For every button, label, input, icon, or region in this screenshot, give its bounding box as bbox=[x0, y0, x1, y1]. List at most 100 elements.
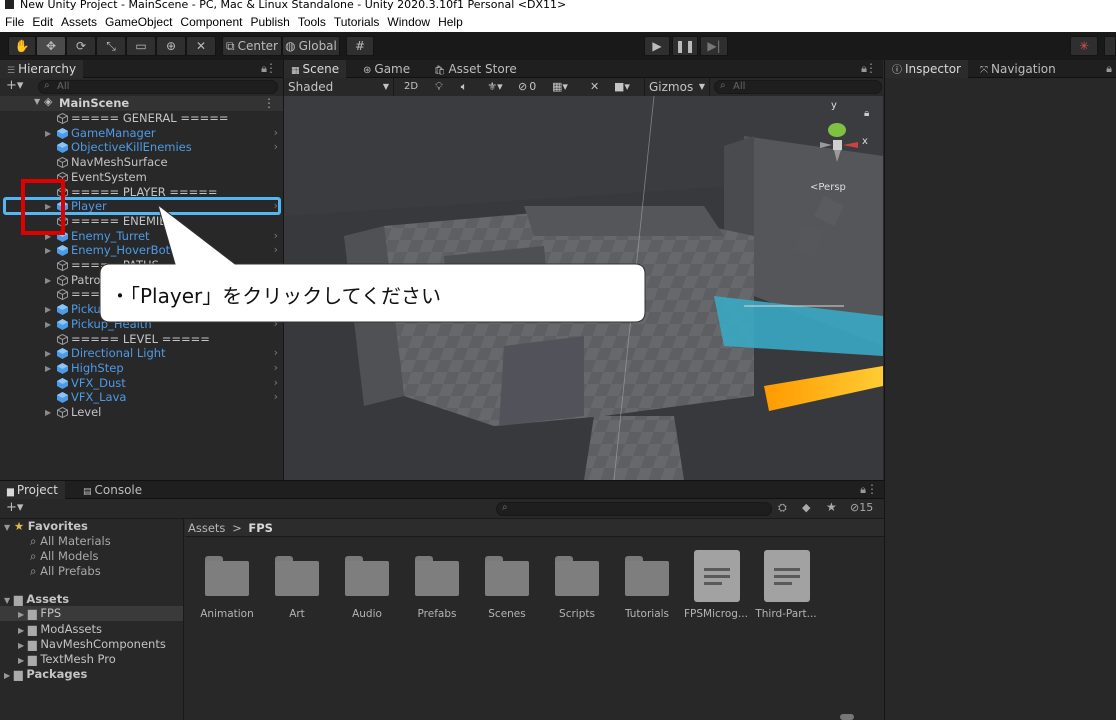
tab-asset-store[interactable]: 🛍︎ Asset Store bbox=[427, 60, 524, 78]
menu-tools[interactable]: Tools bbox=[298, 15, 326, 29]
chevron-right-icon[interactable]: › bbox=[274, 376, 278, 390]
chevron-right-icon[interactable]: › bbox=[274, 390, 278, 404]
favorite-all-models[interactable]: ⌕ All Models bbox=[30, 549, 99, 564]
shading-mode-dropdown[interactable]: Shaded ▼ bbox=[284, 78, 394, 96]
create-plus-icon[interactable]: +▾ bbox=[6, 78, 23, 93]
document-icon[interactable] bbox=[764, 550, 810, 602]
pivot-global-button[interactable]: ◍ Global bbox=[282, 36, 340, 56]
hierarchy-item[interactable]: ▶ Level bbox=[0, 405, 283, 420]
tab-navigation[interactable]: ⤧ Navigation bbox=[973, 60, 1063, 78]
scene-menu-icon[interactable]: ⋮ bbox=[263, 96, 275, 110]
pivot-center-button[interactable]: ⧉ Center bbox=[222, 36, 282, 56]
effects-dropdown-icon[interactable]: ⚜▾ bbox=[480, 78, 510, 96]
tab-game[interactable]: ⊛ Game bbox=[356, 60, 417, 78]
scale-tool-icon[interactable]: ⤡ bbox=[96, 36, 126, 56]
expand-arrow-icon[interactable]: ▶ bbox=[45, 274, 51, 288]
expand-arrow-icon[interactable]: ▶ bbox=[45, 318, 51, 332]
project-create-plus-icon[interactable]: +▾ bbox=[6, 500, 23, 515]
tab-inspector[interactable]: ⓘ Inspector bbox=[885, 60, 968, 78]
menu-window[interactable]: Window bbox=[387, 15, 430, 29]
hierarchy-item[interactable]: VFX_Dust › bbox=[0, 376, 283, 391]
camera-dropdown-icon[interactable]: ■▾ bbox=[614, 78, 642, 96]
menu-gameobject[interactable]: GameObject bbox=[105, 15, 172, 29]
move-tool-icon[interactable]: ✥ bbox=[36, 36, 66, 56]
favorites-star-icon[interactable]: ★ bbox=[826, 500, 837, 514]
grid-snap-icon[interactable]: # bbox=[346, 36, 374, 56]
viewport-lock-icon[interactable]: 🔒︎ bbox=[864, 108, 869, 119]
collab-icon[interactable]: ✳ bbox=[1070, 36, 1098, 56]
scene-row[interactable]: ▼ ◈ MainScene ⋮ bbox=[0, 95, 283, 111]
gizmos-dropdown[interactable]: Gizmos ▼ bbox=[644, 78, 710, 96]
assets-header[interactable]: ▼ ▆ Assets bbox=[4, 592, 69, 606]
expand-arrow-icon[interactable]: ▶ bbox=[45, 303, 51, 317]
tab-console[interactable]: ▤ Console bbox=[76, 481, 149, 499]
menu-tutorials[interactable]: Tutorials bbox=[334, 15, 380, 29]
hierarchy-item[interactable]: ▶ HighStep › bbox=[0, 361, 283, 376]
chevron-right-icon[interactable]: › bbox=[274, 346, 278, 360]
hierarchy-item[interactable]: ===== GENERAL ===== bbox=[0, 111, 283, 126]
folder-icon[interactable] bbox=[205, 556, 249, 596]
play-button-icon[interactable]: ▶ bbox=[644, 36, 670, 56]
step-button-icon[interactable]: ▶| bbox=[700, 36, 728, 56]
search-by-label-icon[interactable]: ◆ bbox=[802, 501, 810, 514]
rotate-tool-icon[interactable]: ⟳ bbox=[66, 36, 96, 56]
expand-arrow-icon[interactable]: ▶ bbox=[45, 406, 51, 420]
tab-project[interactable]: ▆ Project bbox=[0, 481, 65, 499]
folder-icon[interactable] bbox=[345, 556, 389, 596]
packages-header[interactable]: ▶ ▆ Packages bbox=[4, 667, 87, 681]
custom-tool-icon[interactable]: ✕ bbox=[186, 36, 216, 56]
expand-arrow-icon[interactable]: ▶ bbox=[45, 127, 51, 141]
folder-icon[interactable] bbox=[275, 556, 319, 596]
hand-tool-icon[interactable]: ✋ bbox=[8, 36, 36, 56]
menu-edit[interactable]: Edit bbox=[32, 15, 53, 29]
expand-arrow-icon[interactable]: ▶ bbox=[45, 244, 51, 258]
menu-publish[interactable]: Publish bbox=[250, 15, 289, 29]
search-by-type-icon[interactable]: ⛭ bbox=[778, 501, 787, 515]
project-search-input[interactable]: ⌕ bbox=[496, 502, 772, 516]
hierarchy-item[interactable]: NavMeshSurface bbox=[0, 155, 283, 170]
expand-arrow-icon[interactable]: ▶ bbox=[45, 347, 51, 361]
asset-folder-modassets[interactable]: ▶ ▆ ModAssets bbox=[18, 622, 102, 636]
chevron-right-icon[interactable]: › bbox=[274, 361, 278, 375]
2d-toggle[interactable]: 2D bbox=[400, 78, 422, 96]
hidden-packages-toggle[interactable]: ⊘15 bbox=[850, 501, 873, 514]
asset-folder-fps[interactable]: ▶ ▆ FPS bbox=[0, 606, 183, 621]
zoom-slider-handle[interactable] bbox=[840, 714, 854, 720]
hierarchy-item[interactable]: ObjectiveKillEnemies › bbox=[0, 140, 283, 155]
asset-folder-textmesh[interactable]: ▶ ▆ TextMesh Pro bbox=[18, 652, 116, 666]
favorite-all-materials[interactable]: ⌕ All Materials bbox=[30, 534, 111, 549]
asset-folder-navmesh[interactable]: ▶ ▆ NavMeshComponents bbox=[18, 637, 166, 651]
chevron-right-icon[interactable]: › bbox=[274, 140, 278, 154]
perspective-label[interactable]: <Persp bbox=[810, 182, 846, 193]
menu-file[interactable]: File bbox=[5, 15, 24, 29]
menu-assets[interactable]: Assets bbox=[61, 15, 97, 29]
breadcrumb-fps[interactable]: FPS bbox=[248, 521, 273, 535]
folder-icon[interactable] bbox=[415, 556, 459, 596]
panel-menu-icon[interactable]: ⋮ bbox=[265, 61, 277, 75]
transform-tool-icon[interactable]: ⊕ bbox=[156, 36, 186, 56]
chevron-right-icon[interactable]: › bbox=[274, 126, 278, 140]
account-button[interactable] bbox=[1104, 36, 1116, 56]
hierarchy-item[interactable]: ===== LEVEL ===== bbox=[0, 332, 283, 347]
rect-tool-icon[interactable]: ▭ bbox=[126, 36, 156, 56]
expand-arrow-icon[interactable]: ▶ bbox=[45, 362, 51, 376]
folder-icon[interactable] bbox=[555, 556, 599, 596]
folder-icon[interactable] bbox=[625, 556, 669, 596]
audio-toggle-icon[interactable]: 🔈︎ bbox=[456, 78, 472, 96]
tools-icon[interactable]: ✕ bbox=[590, 78, 608, 96]
pause-button-icon[interactable]: ❚❚ bbox=[672, 36, 698, 56]
breadcrumb-assets[interactable]: Assets bbox=[188, 521, 225, 535]
project-panel-menu-icon[interactable]: ⋮ bbox=[866, 482, 878, 496]
menu-component[interactable]: Component bbox=[180, 15, 242, 29]
lighting-toggle-icon[interactable]: 💡︎ bbox=[430, 78, 448, 96]
grid-dropdown-icon[interactable]: ▦▾ bbox=[552, 78, 586, 96]
document-icon[interactable] bbox=[694, 550, 740, 602]
scene-search-input[interactable]: ⌕ All bbox=[714, 80, 882, 94]
hidden-objects-toggle[interactable]: ⊘ 0 bbox=[518, 78, 550, 96]
folder-icon[interactable] bbox=[485, 556, 529, 596]
favorite-all-prefabs[interactable]: ⌕ All Prefabs bbox=[30, 564, 101, 579]
tab-scene[interactable]: ▦ Scene bbox=[284, 60, 347, 78]
expand-arrow-icon[interactable]: ▼ bbox=[34, 97, 40, 106]
favorites-header[interactable]: ▼ ★ Favorites bbox=[4, 519, 88, 533]
hierarchy-item[interactable]: ▶ Directional Light › bbox=[0, 346, 283, 361]
